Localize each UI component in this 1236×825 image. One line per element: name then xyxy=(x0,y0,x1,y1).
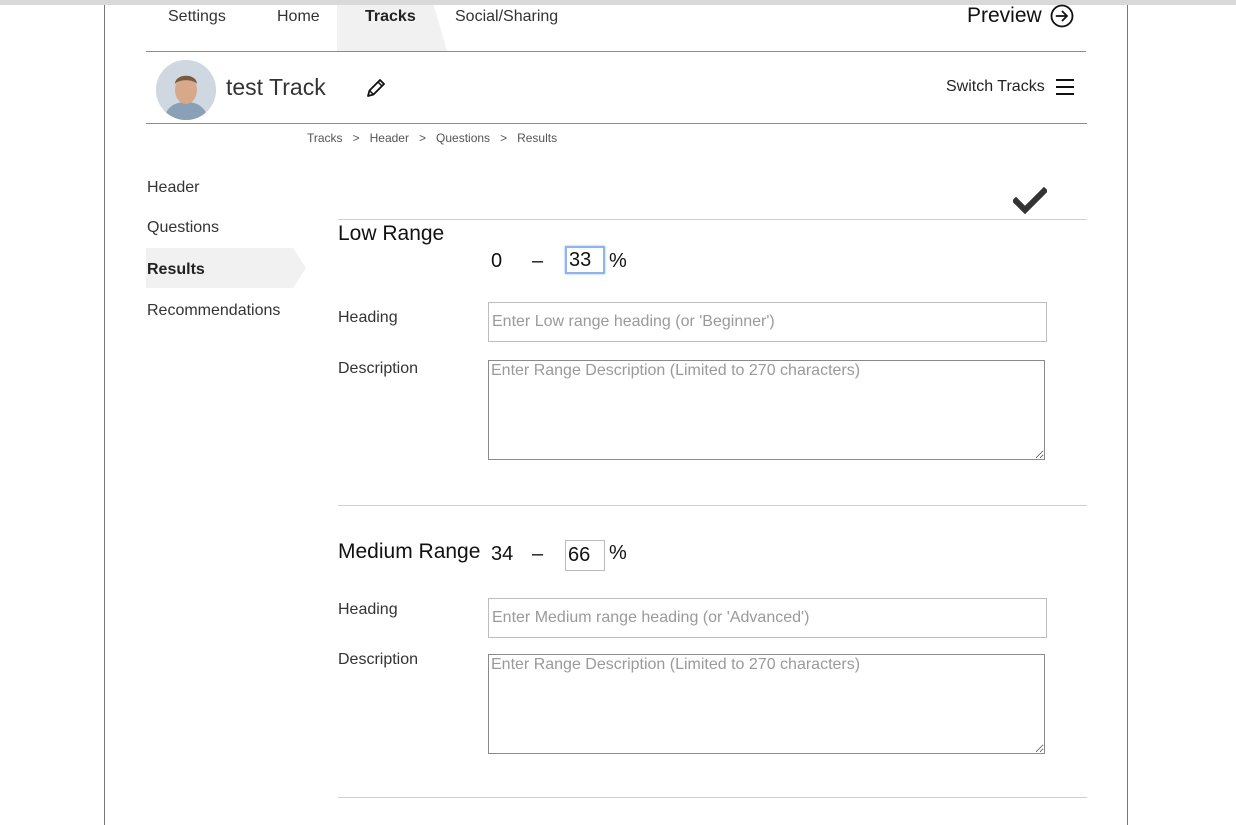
low-description-textarea[interactable] xyxy=(488,360,1045,460)
medium-range-percent: % xyxy=(609,542,627,564)
breadcrumb-item-questions[interactable]: Questions xyxy=(436,131,490,145)
arrow-right-circle-icon xyxy=(1050,4,1074,28)
medium-description-label: Description xyxy=(338,651,419,668)
breadcrumb-separator: > xyxy=(352,131,360,145)
hamburger-menu-icon xyxy=(1055,79,1074,95)
sidebar-item-header[interactable]: Header xyxy=(147,179,199,197)
low-description-label: Description xyxy=(338,360,419,377)
breadcrumb-separator xyxy=(343,131,353,145)
breadcrumb-item-tracks[interactable]: Tracks xyxy=(307,131,343,145)
low-range-percent: % xyxy=(609,250,627,272)
header-divider xyxy=(146,123,1087,124)
preview-button[interactable]: Preview xyxy=(967,4,1074,28)
medium-range-max-input[interactable] xyxy=(565,540,605,571)
sidebar-item-recommendations[interactable]: Recommendations xyxy=(147,302,280,320)
breadcrumb-item-header[interactable]: Header xyxy=(370,131,409,145)
avatar xyxy=(156,60,216,120)
medium-heading-input[interactable] xyxy=(488,598,1047,638)
breadcrumb-item-results[interactable]: Results xyxy=(517,131,557,145)
track-title: test Track xyxy=(226,74,326,100)
medium-range-min: 34 xyxy=(491,543,514,565)
tab-home[interactable]: Home xyxy=(277,8,320,26)
low-range-dash: – xyxy=(532,250,544,272)
medium-description-textarea[interactable] xyxy=(488,654,1045,754)
tab-tracks[interactable]: Tracks xyxy=(365,8,416,26)
medium-heading-label: Heading xyxy=(338,601,398,618)
breadcrumb-separator: > xyxy=(418,131,426,145)
switch-tracks-label: Switch Tracks xyxy=(946,78,1045,95)
tab-social-sharing[interactable]: Social/Sharing xyxy=(455,8,558,26)
low-heading-label: Heading xyxy=(338,309,398,326)
section-divider xyxy=(338,797,1087,798)
page-frame-left xyxy=(104,5,105,825)
preview-label: Preview xyxy=(967,4,1042,27)
checkmark-icon[interactable] xyxy=(1013,187,1047,215)
sidebar-item-questions[interactable]: Questions xyxy=(147,219,219,237)
section-divider xyxy=(338,219,1087,220)
low-range-min: 0 xyxy=(491,250,503,272)
breadcrumb: Tracks > Header > Questions > Results xyxy=(307,131,557,145)
medium-range-title: Medium Range xyxy=(338,540,481,563)
low-range-title: Low Range xyxy=(338,222,445,245)
pencil-icon[interactable] xyxy=(364,76,388,100)
low-heading-input[interactable] xyxy=(488,302,1047,342)
breadcrumb-separator: > xyxy=(500,131,508,145)
section-divider xyxy=(338,505,1087,506)
low-range-max-input[interactable] xyxy=(565,246,605,274)
sidebar-item-results[interactable]: Results xyxy=(147,261,205,279)
medium-range-dash: – xyxy=(532,543,544,565)
page-frame-right xyxy=(1127,5,1128,825)
tab-settings[interactable]: Settings xyxy=(168,8,226,26)
switch-tracks-button[interactable]: Switch Tracks xyxy=(946,78,1075,96)
nav-divider xyxy=(146,51,1086,52)
